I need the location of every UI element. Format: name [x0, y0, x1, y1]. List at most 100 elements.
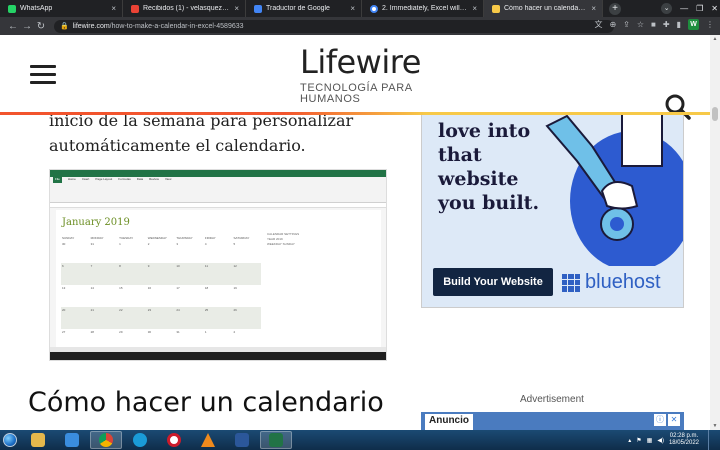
tab-lifewire[interactable]: Cómo hacer un calendario en Exc ×	[484, 0, 603, 17]
calendar-month-title: January 2019	[62, 217, 130, 228]
forward-icon[interactable]: →	[20, 21, 34, 32]
ad-info-icon[interactable]: ⓘ	[654, 414, 666, 426]
scroll-thumb[interactable]	[712, 107, 718, 121]
article-paragraph: inicio de la semana para personalizar au…	[49, 111, 354, 155]
tab-title: WhatsApp	[20, 5, 53, 12]
tab-gmail[interactable]: Recibidos (1) - velasquezwillian7 ×	[123, 0, 246, 17]
day-cell: 26	[233, 308, 237, 312]
chrome-icon	[99, 433, 113, 447]
word-icon	[235, 433, 249, 447]
windows-taskbar: ▴ ⚑ ▦ ◀) 02:28 p.m. 18/05/2022	[0, 430, 720, 450]
calendar-grid: SUNDAY MONDAY TUESDAY WEDNESDAY THURSDAY…	[61, 235, 261, 351]
page-scrollbar[interactable]: ▲ ▼	[710, 35, 720, 430]
day-cell: 22	[119, 308, 123, 312]
share-icon[interactable]: ⇪	[623, 20, 630, 29]
taskbar-chrome[interactable]	[90, 431, 122, 449]
tagline-line2: HUMANOS	[300, 93, 361, 105]
ad-line: love into	[438, 120, 531, 142]
show-desktop-button[interactable]	[708, 430, 714, 450]
window-close-icon[interactable]: ✕	[711, 4, 718, 13]
restore-icon[interactable]: ❐	[696, 4, 703, 13]
header-accent-line	[0, 112, 710, 115]
back-icon[interactable]: ←	[6, 21, 20, 32]
new-tab-button[interactable]: +	[609, 2, 621, 15]
bluehost-wordmark: bluehost	[585, 271, 661, 293]
weekday-value: SUNDAY	[282, 242, 295, 246]
tab-whatsapp[interactable]: WhatsApp ×	[0, 0, 123, 17]
hamburger-menu-icon[interactable]	[30, 65, 56, 84]
ad-close-icon[interactable]: ✕	[668, 414, 680, 426]
day-cell: 9	[147, 264, 150, 268]
taskbar-clock[interactable]: 02:28 p.m. 18/05/2022	[669, 433, 699, 447]
sidepanel-icon[interactable]: ▮	[677, 20, 681, 29]
taskbar-media-player[interactable]	[56, 431, 88, 449]
extension-icon[interactable]: ■	[651, 20, 656, 29]
volume-icon[interactable]: ◀)	[657, 437, 664, 444]
bluehost-grid-icon	[562, 273, 580, 292]
day-cell: 5	[233, 242, 236, 246]
build-website-button[interactable]: Build Your Website	[433, 268, 553, 296]
close-icon[interactable]: ×	[111, 4, 116, 13]
day-cell: 23	[147, 308, 152, 312]
bottom-ad[interactable]: Anuncio ⓘ ✕	[421, 412, 684, 430]
day-cell: 12	[233, 264, 237, 268]
network-icon[interactable]: ▦	[647, 437, 653, 444]
week-row: 30 31 1 2 3 4 5	[61, 241, 261, 263]
site-header: Lifewire TECNOLOGÍA PARA HUMANOS	[0, 35, 710, 120]
bookmark-star-icon[interactable]: ☆	[637, 20, 644, 29]
browser-toolbar: ← → ↻ 🔒 lifewire.com /how-to-make-a-cale…	[0, 17, 720, 35]
close-icon[interactable]: ×	[350, 4, 355, 13]
close-icon[interactable]: ×	[472, 4, 477, 13]
close-icon[interactable]: ×	[591, 4, 596, 13]
scroll-down-icon[interactable]: ▼	[712, 423, 718, 429]
week-row: 13 14 15 16 17 18 19	[61, 285, 261, 307]
taskbar-explorer[interactable]	[22, 431, 54, 449]
lock-icon[interactable]: 🔒	[60, 22, 69, 30]
tab-search-icon[interactable]: ⌄	[661, 3, 673, 14]
browser-tabstrip: WhatsApp × Recibidos (1) - velasquezwill…	[0, 0, 720, 17]
tray-arrow-icon[interactable]: ▴	[628, 437, 631, 444]
week-row: 20 21 22 23 24 25 26	[61, 307, 261, 329]
taskbar-excel[interactable]	[260, 431, 292, 449]
advertisement-label: Advertisement	[520, 394, 584, 405]
start-button[interactable]	[0, 430, 20, 450]
clock-date: 18/05/2022	[668, 440, 699, 446]
minimize-icon[interactable]: —	[680, 4, 688, 13]
wrench-illustration	[545, 111, 683, 266]
scroll-up-icon[interactable]: ▲	[712, 36, 718, 42]
ad-headline: love into that website you built.	[438, 119, 539, 215]
day-cell: 24	[176, 308, 180, 312]
bluehost-ad[interactable]: love into that website you built. Build …	[421, 110, 684, 308]
close-icon[interactable]: ×	[234, 4, 239, 13]
translate-icon[interactable]: 文	[594, 19, 602, 30]
day-cell: 10	[176, 264, 180, 268]
excel-icon	[269, 433, 283, 447]
taskbar-vlc[interactable]	[192, 431, 224, 449]
search-icon[interactable]	[664, 93, 692, 121]
menu-dots-icon[interactable]: ⋮	[706, 20, 714, 29]
puzzle-icon[interactable]: ✚	[663, 20, 670, 29]
lifewire-logo[interactable]: Lifewire TECNOLOGÍA PARA HUMANOS	[300, 43, 421, 105]
day-cell: 15	[119, 286, 123, 290]
tab-translate[interactable]: Traductor de Google ×	[246, 0, 362, 17]
section-heading: Cómo hacer un calendario	[28, 387, 384, 418]
lifewire-icon	[492, 4, 500, 13]
toolbar-icons: 文 ⊕ ⇪ ☆ ■ ✚ ▮ W ⋮	[594, 19, 714, 30]
ad-line: website	[438, 168, 519, 190]
flag-icon[interactable]: ⚑	[636, 437, 641, 444]
google-icon	[370, 4, 378, 13]
media-player-icon	[65, 433, 79, 447]
excel-sheet: January 2019 SUNDAY MONDAY TUESDAY WEDNE…	[56, 210, 381, 350]
opera-icon	[167, 433, 181, 447]
taskbar-edge[interactable]	[124, 431, 156, 449]
tab-google-search[interactable]: 2. Immediately, Excel will show y ×	[362, 0, 484, 17]
taskbar-word[interactable]	[226, 431, 258, 449]
reload-icon[interactable]: ↻	[34, 21, 48, 32]
address-bar[interactable]: 🔒 lifewire.com /how-to-make-a-calendar-i…	[54, 19, 614, 33]
whatsapp-icon	[8, 4, 16, 13]
zoom-icon[interactable]: ⊕	[609, 20, 616, 29]
taskbar-opera[interactable]	[158, 431, 190, 449]
tab-title: Recibidos (1) - velasquezwillian7	[143, 5, 231, 12]
w-extension-icon[interactable]: W	[688, 19, 699, 30]
bluehost-logo: bluehost	[562, 271, 661, 294]
